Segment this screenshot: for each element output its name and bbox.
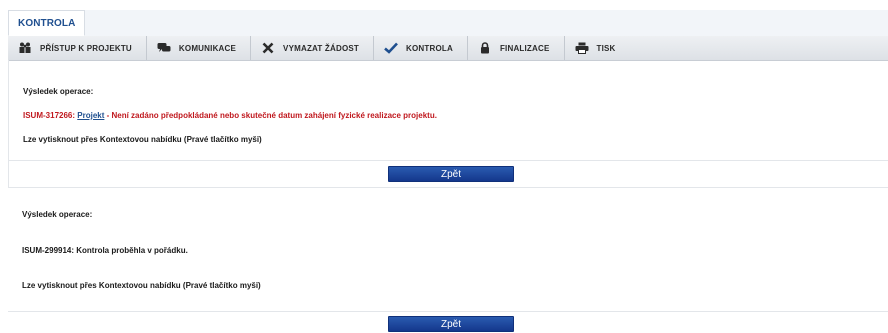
toolbar-item-label: TISK [596, 43, 616, 53]
toolbar-item-label: KOMUNIKACE [178, 43, 237, 53]
result-heading: Výsledek operace: [22, 210, 93, 219]
toolbar-delete-button[interactable]: VYMAZAT ŽÁDOST [251, 36, 375, 60]
divider [8, 311, 888, 312]
toolbar: PŘÍSTUP K PROJEKTU KOMUNIKACE VYMAZAT ŽÁ… [8, 36, 888, 61]
error-code: ISUM-317266: [23, 111, 76, 120]
divider [8, 160, 888, 161]
result-heading: Výsledek operace: [23, 87, 94, 96]
people-icon [18, 42, 32, 54]
printer-icon [575, 42, 589, 54]
toolbar-check-button[interactable]: KONTROLA [374, 36, 468, 60]
top-tab-bar: KONTROLA [8, 10, 888, 37]
divider [8, 187, 888, 188]
success-message: ISUM-299914: Kontrola proběhla v pořádku… [22, 246, 188, 255]
print-hint: Lze vytisknout přes Kontextovou nabídku … [23, 135, 262, 144]
toolbar-finalize-button[interactable]: FINALIZACE [468, 36, 565, 60]
toolbar-item-label: KONTROLA [406, 43, 453, 53]
check-icon [384, 42, 398, 54]
project-link[interactable]: Projekt [77, 111, 104, 120]
chat-icon [157, 42, 171, 54]
toolbar-communication-button[interactable]: KOMUNIKACE [147, 36, 252, 60]
back-button[interactable]: Zpět [388, 316, 514, 332]
tab-kontrola[interactable]: KONTROLA [8, 10, 86, 36]
error-text: - Není zadáno předpokládané nebo skutečn… [104, 111, 437, 120]
toolbar-item-label: FINALIZACE [499, 43, 550, 53]
toolbar-access-button[interactable]: PŘÍSTUP K PROJEKTU [8, 36, 147, 60]
toolbar-item-label: VYMAZAT ŽÁDOST [283, 43, 360, 53]
close-icon [261, 42, 275, 54]
toolbar-item-label: PŘÍSTUP K PROJEKTU [40, 43, 132, 53]
error-message: ISUM-317266: Projekt - Není zadáno předp… [23, 111, 437, 120]
toolbar-print-button[interactable]: TISK [565, 36, 630, 60]
print-hint: Lze vytisknout přes Kontextovou nabídku … [22, 281, 261, 290]
back-button[interactable]: Zpět [388, 166, 514, 182]
lock-icon [478, 42, 492, 54]
